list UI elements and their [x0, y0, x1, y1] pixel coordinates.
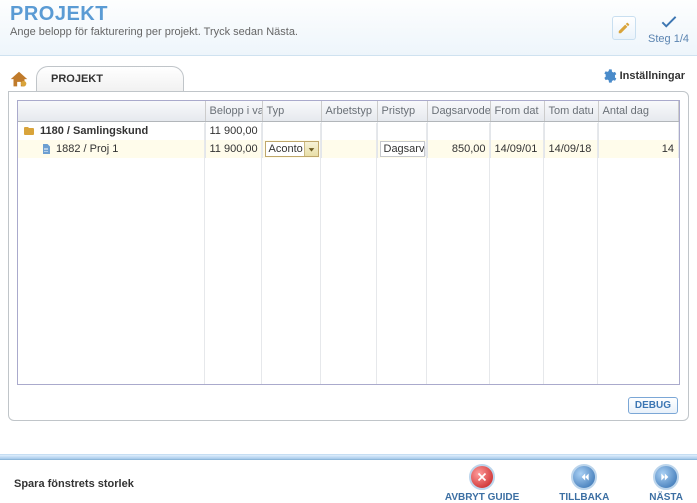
col-typ[interactable]: Typ — [262, 101, 321, 122]
chevron-left-icon — [577, 470, 591, 484]
close-icon — [475, 470, 489, 484]
cell-tom[interactable]: 14/09/18 — [544, 140, 598, 158]
back-button[interactable]: TILLBAKA — [559, 464, 609, 503]
typ-dropdown[interactable]: Aconto — [265, 141, 319, 157]
row-label: 1882 / Proj 1 — [56, 143, 118, 155]
project-grid[interactable]: Belopp i val Typ Arbetstyp Pristyp Dagsa… — [17, 100, 680, 385]
cell-dagsarvode[interactable]: 850,00 — [427, 140, 490, 158]
check-icon — [658, 10, 680, 32]
page-title: PROJEKT — [10, 4, 687, 24]
col-tomdat[interactable]: Tom datu — [544, 101, 598, 122]
col-tree[interactable] — [18, 101, 205, 122]
cell-arbetstyp[interactable] — [321, 140, 377, 158]
step-label: Steg 1/4 — [648, 33, 689, 45]
page-subtitle: Ange belopp för fakturering per projekt.… — [10, 26, 687, 38]
col-dagsarvode[interactable]: Dagsarvode — [427, 101, 490, 122]
row-label: 1180 / Samlingskund — [40, 125, 148, 137]
tab-projekt[interactable]: PROJEKT — [36, 66, 184, 91]
col-arbetstyp[interactable]: Arbetstyp — [321, 101, 377, 122]
cancel-guide-button[interactable]: AVBRYT GUIDE — [445, 464, 519, 503]
next-button[interactable]: NÄSTA — [649, 464, 683, 503]
document-icon — [40, 143, 52, 155]
cell-belopp: 11 900,00 — [205, 122, 262, 141]
pristyp-dropdown[interactable]: Dagsarv — [380, 141, 425, 157]
col-belopp[interactable]: Belopp i val — [205, 101, 262, 122]
pencil-icon — [617, 21, 631, 35]
cell-from[interactable]: 14/09/01 — [490, 140, 544, 158]
debug-button[interactable]: DEBUG — [628, 397, 678, 414]
cancel-label: AVBRYT GUIDE — [445, 492, 519, 503]
back-label: TILLBAKA — [559, 492, 609, 503]
typ-value: Aconto — [269, 143, 303, 155]
cell-antal[interactable]: 14 — [598, 140, 679, 158]
cell-belopp[interactable]: 11 900,00 — [205, 140, 262, 158]
settings-label: Inställningar — [620, 70, 685, 82]
folder-icon — [22, 125, 36, 137]
save-window-size[interactable]: Spara fönstrets storlek — [14, 478, 134, 490]
chevron-down-icon — [304, 142, 318, 156]
pristyp-value: Dagsarv — [384, 143, 425, 155]
col-pristyp[interactable]: Pristyp — [377, 101, 427, 122]
home-icon[interactable] — [8, 69, 30, 91]
table-row[interactable]: 1882 / Proj 1 11 900,00 Aconto — [18, 140, 679, 158]
chevron-right-icon — [659, 470, 673, 484]
gear-icon — [601, 68, 617, 84]
col-antaldag[interactable]: Antal dag — [598, 101, 679, 122]
edit-button[interactable] — [612, 16, 636, 40]
table-row[interactable]: 1180 / Samlingskund 11 900,00 — [18, 122, 679, 141]
settings-button[interactable]: Inställningar — [601, 68, 685, 84]
next-label: NÄSTA — [649, 492, 683, 503]
col-fromdat[interactable]: From dat — [490, 101, 544, 122]
